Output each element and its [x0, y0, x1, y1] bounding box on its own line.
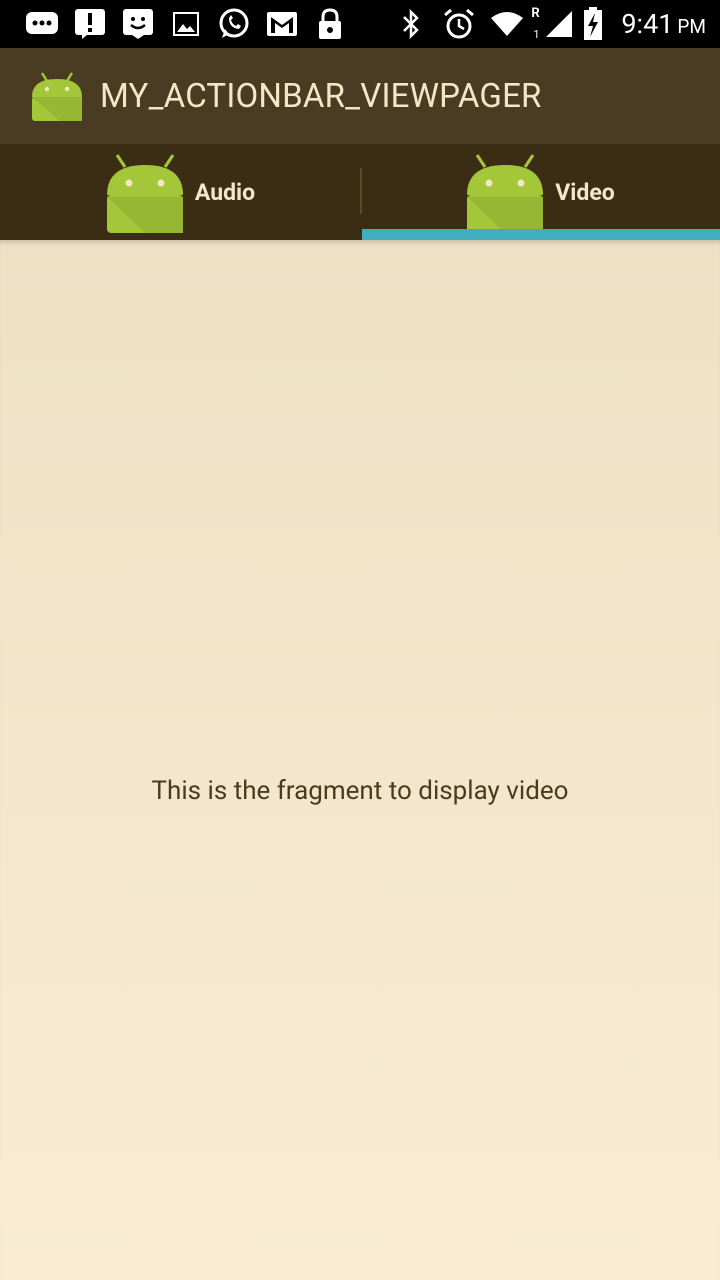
battery-charging-icon: [575, 0, 611, 48]
whatsapp-icon: [210, 0, 258, 48]
tab-label-video: Video: [555, 178, 615, 206]
app-title: MY_ACTIONBAR_VIEWPAGER: [100, 76, 542, 116]
tab-divider: [360, 168, 362, 214]
assistant-icon: [114, 0, 162, 48]
gmail-icon: [258, 0, 306, 48]
fragment-content: This is the fragment to display video: [0, 240, 720, 1280]
lock-icon: [306, 0, 354, 48]
wifi-icon: [483, 0, 531, 48]
gallery-icon: [162, 0, 210, 48]
status-bar: R 1 9:41 PM: [0, 0, 720, 48]
signal-icon: R 1: [531, 0, 575, 48]
bluetooth-icon: [387, 0, 435, 48]
fragment-message: This is the fragment to display video: [151, 776, 569, 806]
android-icon: [106, 154, 183, 233]
tab-audio[interactable]: Audio: [0, 144, 360, 240]
sim-slot: 1: [533, 28, 540, 41]
tab-selected-indicator: [362, 229, 720, 240]
android-icon[interactable]: [30, 69, 84, 123]
alert-icon: [66, 0, 114, 48]
notification-icons: [18, 0, 354, 48]
alarm-icon: [435, 0, 483, 48]
system-icons: R 1 9:41 PM: [387, 0, 706, 48]
clock-time: 9:41: [621, 8, 674, 40]
android-icon: [467, 154, 544, 233]
tab-video[interactable]: Video: [360, 144, 720, 240]
action-bar: MY_ACTIONBAR_VIEWPAGER: [0, 48, 720, 144]
tab-label-audio: Audio: [194, 178, 256, 206]
clock-ampm: PM: [677, 15, 706, 38]
network-indicator: R: [531, 6, 540, 21]
clock: 9:41 PM: [621, 8, 706, 40]
messages-icon: [18, 0, 66, 48]
